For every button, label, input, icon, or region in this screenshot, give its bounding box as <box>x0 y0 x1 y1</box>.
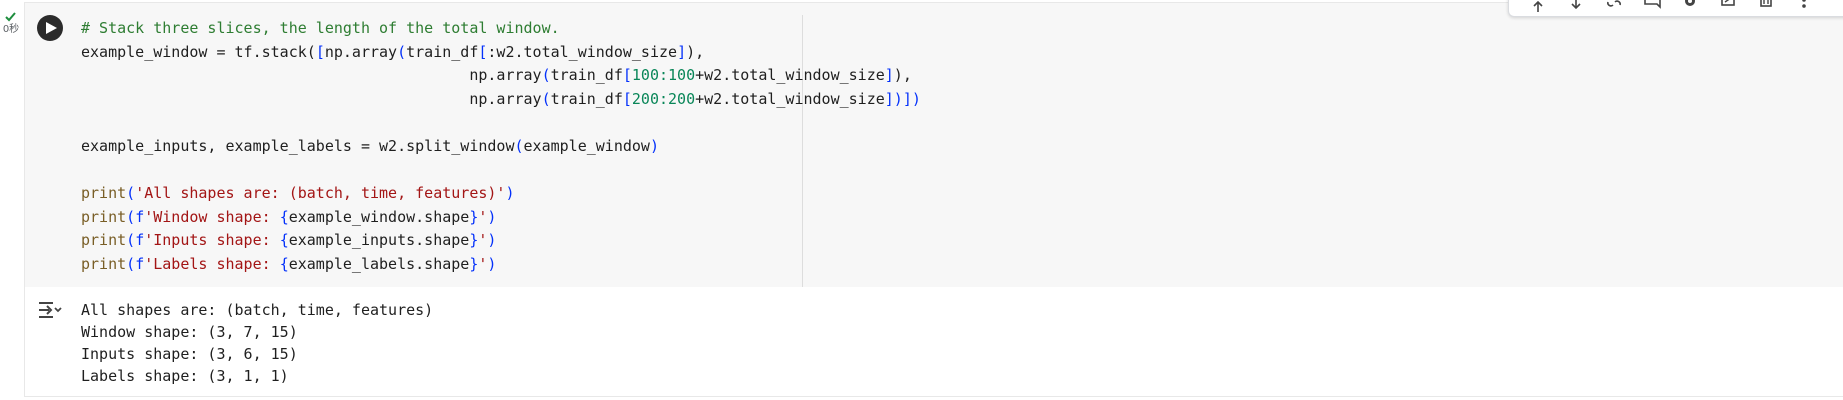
code-line: print('All shapes are: (batch, time, fea… <box>81 182 921 206</box>
code-token: ) <box>487 207 497 226</box>
code-token: print <box>81 184 127 203</box>
code-token: [ <box>622 66 632 85</box>
code-token: +w2.total_window_size <box>695 89 885 108</box>
code-token: 'Inputs shape: <box>144 231 280 250</box>
code-token: ) <box>487 254 497 273</box>
code-token: ) <box>505 184 515 203</box>
code-line: print(f'Inputs shape: {example_inputs.sh… <box>81 229 921 253</box>
move-up-button[interactable] <box>1519 0 1557 16</box>
code-token: example_labels.shape <box>288 254 470 273</box>
more-button[interactable] <box>1785 0 1823 16</box>
code-line: # Stack three slices, the length of the … <box>81 17 921 41</box>
code-line: np.array(train_df[200:200+w2.total_windo… <box>81 88 921 112</box>
cell-output: All shapes are: (batch, time, features) W… <box>25 287 1843 396</box>
code-token: ), <box>686 42 705 61</box>
code-token: [ <box>622 89 632 108</box>
code-token: train_df <box>406 42 479 61</box>
more-icon <box>1802 0 1806 8</box>
settings-button[interactable] <box>1671 0 1709 16</box>
code-line: example_window = tf.stack([np.array(trai… <box>81 41 921 65</box>
code-editor[interactable]: # Stack three slices, the length of the … <box>25 3 1843 287</box>
code-token: 'Window shape: <box>144 207 280 226</box>
comment-icon <box>1644 0 1661 9</box>
play-icon <box>46 22 57 34</box>
code-token: 'All shapes are: (batch, time, features)… <box>135 184 506 203</box>
code-token: ( <box>397 42 407 61</box>
code-text[interactable]: # Stack three slices, the length of the … <box>81 17 921 277</box>
comment-button[interactable] <box>1633 0 1671 16</box>
run-cell-button[interactable] <box>37 15 63 41</box>
code-token: { <box>279 207 289 226</box>
output-line: Inputs shape: (3, 6, 15) <box>81 345 298 363</box>
code-token: example_inputs.shape <box>288 231 470 250</box>
code-token: :w2.total_window_size <box>487 42 678 61</box>
code-token: ] <box>884 66 894 85</box>
code-token: example_window = tf.stack( <box>81 42 316 61</box>
code-token: print <box>81 207 127 226</box>
code-token: ( <box>514 136 524 155</box>
code-line: example_inputs, example_labels = w2.spli… <box>81 135 921 159</box>
code-token: np.array <box>81 66 542 85</box>
code-token: )]) <box>893 89 921 108</box>
code-token: print <box>81 254 127 273</box>
output-text: All shapes are: (batch, time, features) W… <box>81 299 433 387</box>
execution-time: 0秒 <box>2 24 20 35</box>
code-cell[interactable]: # Stack three slices, the length of the … <box>24 0 1843 397</box>
link-icon <box>1607 0 1621 7</box>
mirror-icon <box>1721 0 1735 6</box>
cell-toolbar <box>1508 0 1843 17</box>
code-token: ( <box>126 231 136 250</box>
code-token: ] <box>677 42 687 61</box>
link-button[interactable] <box>1595 0 1633 16</box>
code-token: example_window.shape <box>288 207 470 226</box>
check-icon <box>5 12 16 22</box>
code-token: ] <box>884 89 894 108</box>
move-down-button[interactable] <box>1557 0 1595 16</box>
code-line: np.array(train_df[100:100+w2.total_windo… <box>81 64 921 88</box>
move-down-icon <box>1571 0 1581 10</box>
code-token: { <box>279 231 289 250</box>
delete-icon <box>1760 0 1772 7</box>
output-toggle-button[interactable] <box>37 299 63 321</box>
code-token: example_window <box>523 136 650 155</box>
code-token: print <box>81 231 127 250</box>
settings-icon <box>1685 0 1695 6</box>
code-token: ( <box>126 184 136 203</box>
code-token: 100:100 <box>631 66 696 85</box>
code-token: ) <box>487 231 497 250</box>
code-token: np.array <box>324 42 398 61</box>
code-token: f <box>135 254 145 273</box>
code-token: train_df <box>550 89 623 108</box>
code-token: { <box>279 254 289 273</box>
code-token: ( <box>541 89 551 108</box>
code-token: ( <box>541 66 551 85</box>
move-up-icon <box>1533 0 1543 12</box>
code-token: np.array <box>81 89 542 108</box>
execution-status: 0秒 <box>0 10 22 36</box>
delete-button[interactable] <box>1747 0 1785 16</box>
code-token: ( <box>126 254 136 273</box>
code-token: [ <box>315 42 325 61</box>
code-token: ) <box>649 136 659 155</box>
code-line: print(f'Labels shape: {example_labels.sh… <box>81 253 921 277</box>
code-token: ( <box>126 207 136 226</box>
code-token: example_inputs, example_labels = w2.spli… <box>81 136 515 155</box>
output-line: Labels shape: (3, 1, 1) <box>81 367 289 385</box>
code-token: train_df <box>550 66 623 85</box>
mirror-button[interactable] <box>1709 0 1747 16</box>
output-line: All shapes are: (batch, time, features) <box>81 301 434 319</box>
output-line: Window shape: (3, 7, 15) <box>81 323 298 341</box>
code-token: 200:200 <box>631 89 696 108</box>
code-token: f <box>135 207 145 226</box>
code-token: 'Labels shape: <box>144 254 280 273</box>
code-token: f <box>135 231 145 250</box>
code-token: +w2.total_window_size <box>695 66 885 85</box>
code-token: ), <box>893 66 912 85</box>
output-collapse-icon <box>39 302 62 318</box>
code-token: # Stack three slices, the length of the … <box>81 19 560 37</box>
code-line: print(f'Window shape: {example_window.sh… <box>81 206 921 230</box>
